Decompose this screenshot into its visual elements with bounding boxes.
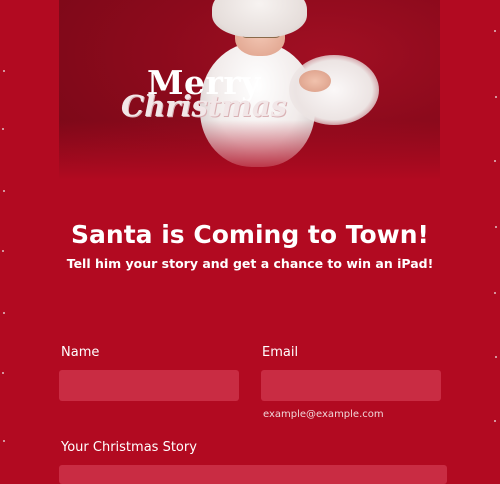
story-textarea[interactable] bbox=[59, 465, 447, 484]
page-subtitle: Tell him your story and get a chance to … bbox=[66, 256, 434, 271]
email-hint: example@example.com bbox=[263, 409, 384, 420]
snow-dot bbox=[3, 440, 5, 442]
santa-hand bbox=[299, 70, 331, 92]
story-label: Your Christmas Story bbox=[61, 440, 197, 455]
snow-dot bbox=[494, 420, 496, 422]
snow-dot bbox=[3, 312, 5, 314]
santa-form-page: Merry Christmas Santa is Coming to Town!… bbox=[0, 0, 500, 484]
hero-banner-image: Merry Christmas bbox=[59, 0, 440, 180]
santa-hat bbox=[212, 0, 307, 37]
snow-dot bbox=[495, 356, 497, 358]
snow-dot bbox=[3, 190, 5, 192]
santa-sleeve bbox=[289, 55, 379, 125]
snow-dot bbox=[494, 292, 496, 294]
christmas-logo-text: Christmas bbox=[121, 89, 287, 123]
page-title: Santa is Coming to Town! bbox=[71, 220, 429, 249]
snow-dot bbox=[3, 70, 5, 72]
name-input[interactable] bbox=[59, 370, 239, 401]
snow-dot bbox=[2, 128, 4, 130]
snow-dot bbox=[2, 372, 4, 374]
email-input[interactable] bbox=[261, 370, 441, 401]
hero-fade bbox=[59, 120, 440, 180]
snow-dot bbox=[494, 30, 496, 32]
name-label: Name bbox=[61, 345, 100, 360]
email-label: Email bbox=[262, 345, 299, 360]
snow-dot bbox=[494, 160, 496, 162]
snow-dot bbox=[2, 250, 4, 252]
snow-dot bbox=[495, 96, 497, 98]
